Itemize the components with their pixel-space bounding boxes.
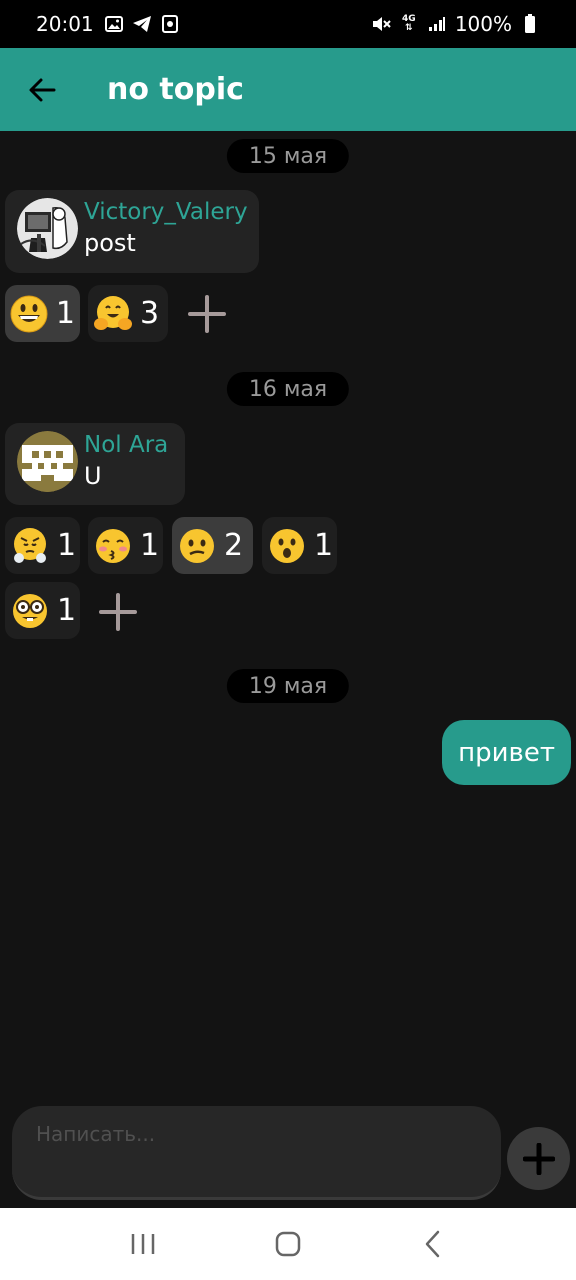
home-button[interactable] (258, 1214, 318, 1274)
reaction-count: 1 (314, 528, 334, 563)
mute-icon (371, 14, 391, 34)
app-icon (160, 14, 180, 34)
reaction-count: 1 (57, 593, 77, 628)
reaction-chip[interactable]: 1 (5, 517, 80, 574)
hushed-face-icon (267, 526, 307, 566)
back-button[interactable] (0, 48, 84, 131)
message-text: U (84, 462, 102, 490)
battery-percent: 100% (454, 12, 512, 36)
recent-apps-icon (131, 1234, 154, 1254)
message-input-placeholder: Написать... (36, 1122, 156, 1146)
outgoing-message[interactable]: привет (442, 720, 571, 785)
reaction-chip[interactable]: 1 (88, 517, 163, 574)
telegram-icon (132, 14, 152, 34)
reaction-count: 1 (57, 528, 77, 563)
avatar[interactable] (17, 198, 78, 259)
date-separator: 19 мая (226, 669, 350, 703)
plus-icon (522, 1142, 555, 1175)
home-icon (275, 1231, 301, 1257)
plus-icon (188, 295, 226, 333)
avatar[interactable] (17, 431, 78, 492)
add-reaction-button[interactable] (93, 587, 143, 637)
status-time: 20:01 (36, 12, 94, 36)
reaction-chip[interactable]: 1 (5, 582, 80, 639)
status-bar: 20:01 4G ⇅ 100% (0, 0, 576, 48)
hugging-face-icon (93, 294, 133, 334)
message-author[interactable]: Nol Ara (84, 430, 168, 460)
chat-screen: 20:01 4G ⇅ 100% no topic 15 мая Victory_… (0, 0, 576, 1280)
date-separator: 15 мая (226, 139, 350, 173)
reaction-chip[interactable]: 1 (5, 285, 80, 342)
message-author[interactable]: Victory_Valery (84, 197, 248, 227)
message-bubble[interactable]: Victory_Valery post (5, 190, 259, 273)
system-nav-bar (0, 1208, 576, 1280)
reaction-chip[interactable]: 1 (262, 517, 337, 574)
kissing-closed-eyes-face-icon (93, 526, 133, 566)
date-separator: 16 мая (226, 372, 350, 406)
reaction-chip[interactable]: 3 (88, 285, 168, 342)
add-reaction-button[interactable] (182, 289, 232, 339)
steam-from-nose-face-icon (10, 526, 50, 566)
reaction-count: 1 (55, 296, 75, 331)
reaction-chip[interactable]: 2 (172, 517, 253, 574)
battery-icon (520, 14, 540, 34)
reaction-count: 1 (140, 528, 160, 563)
reaction-count: 2 (224, 528, 244, 563)
back-icon (426, 1230, 440, 1258)
reaction-count: 3 (140, 296, 160, 331)
message-bubble[interactable]: Nol Ara U (5, 423, 185, 505)
4g-icon: 4G ⇅ (401, 14, 416, 33)
attach-button[interactable] (507, 1127, 570, 1190)
recent-apps-button[interactable] (113, 1214, 173, 1274)
plus-icon (99, 593, 137, 631)
message-text: post (84, 229, 136, 257)
app-bar: no topic (0, 48, 576, 131)
image-icon (104, 14, 124, 34)
confused-face-icon (177, 526, 217, 566)
grinning-face-icon (10, 294, 49, 334)
signal-icon (427, 14, 447, 34)
message-input[interactable]: Написать... (12, 1106, 501, 1200)
nerd-face-icon (10, 591, 50, 631)
arrow-back-icon (29, 78, 56, 101)
page-title: no topic (107, 72, 244, 107)
nav-back-button[interactable] (403, 1214, 463, 1274)
